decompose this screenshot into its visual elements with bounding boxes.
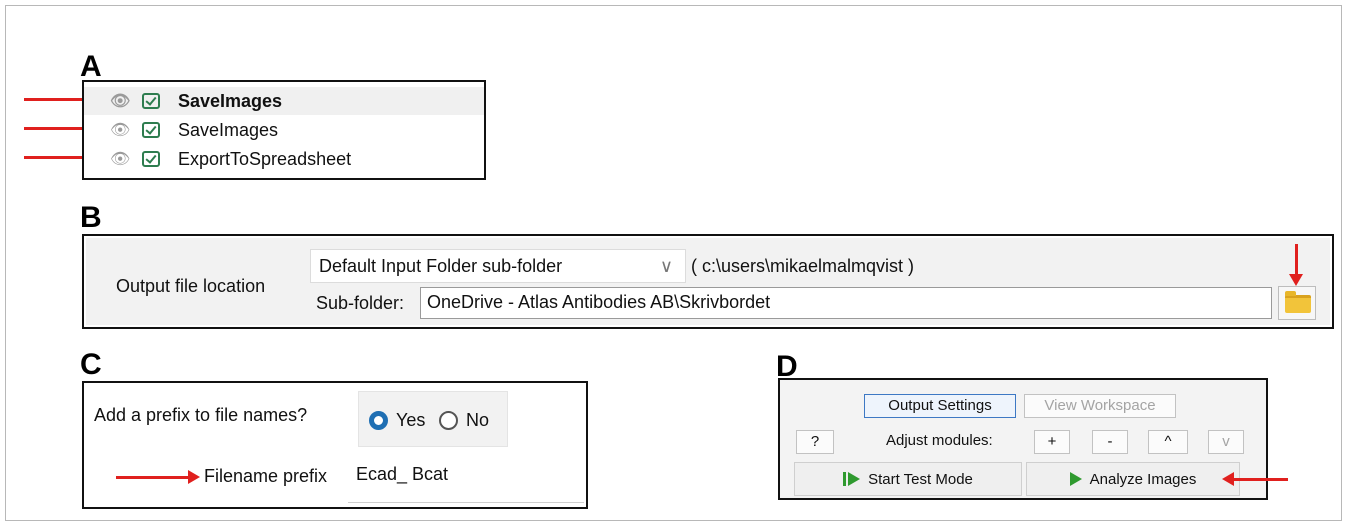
remove-module-button[interactable]: - (1092, 430, 1128, 454)
module-name: SaveImages (178, 119, 279, 140)
location-select-value: Default Input Folder sub-folder (319, 256, 563, 276)
location-path: ( c:\users\mikaelmalmqvist ) (691, 256, 915, 276)
enabled-check-icon[interactable] (142, 93, 160, 109)
radio-selected-icon[interactable] (369, 410, 388, 430)
panel-label-a: A (80, 50, 102, 83)
radio-option-no[interactable]: No (439, 409, 489, 431)
module-row-saveimages-2[interactable]: 👁 SaveImages (84, 116, 484, 144)
start-test-mode-button[interactable]: Start Test Mode (794, 462, 1022, 496)
filename-prefix-panel: Add a prefix to file names? Yes No Filen… (82, 381, 588, 509)
move-module-down-button[interactable]: v (1208, 430, 1244, 454)
tab-output-settings[interactable]: Output Settings (864, 394, 1016, 418)
adjust-modules-label: Adjust modules: (886, 432, 993, 449)
enabled-check-icon[interactable] (142, 151, 160, 167)
module-row-exporttospreadsheet[interactable]: 👁 ExportToSpreadsheet (84, 145, 484, 173)
run-controls-panel: Output Settings View Workspace ? Adjust … (778, 378, 1268, 500)
help-button[interactable]: ? (796, 430, 834, 454)
eye-hidden-icon[interactable]: 👁 (110, 91, 130, 111)
panel-label-c: C (80, 348, 102, 381)
filename-prefix-value: Ecad_ Bcat (356, 464, 449, 484)
panel-label-b: B (80, 201, 102, 234)
arrow-to-filename-prefix (116, 470, 200, 484)
radio-unselected-icon[interactable] (439, 410, 458, 430)
tab-view-workspace[interactable]: View Workspace (1024, 394, 1176, 418)
chevron-down-icon: ∨ (659, 256, 673, 276)
filename-prefix-field[interactable]: Ecad_ Bcat (348, 456, 584, 503)
output-location-panel: Output file location Default Input Folde… (82, 234, 1334, 329)
analyze-images-label: Analyze Images (1089, 470, 1197, 488)
module-name: SaveImages (178, 90, 283, 111)
test-mode-bar-icon (843, 472, 847, 486)
folder-icon (1285, 291, 1311, 313)
pipeline-module-list: 👁 SaveImages 👁 SaveImages 👁 ExportToSpre… (82, 80, 486, 180)
eye-hidden-icon[interactable]: 👁 (110, 149, 130, 169)
radio-no-label: No (466, 409, 490, 430)
arrow-to-saveimages-1 (24, 92, 96, 106)
module-row-saveimages-1[interactable]: 👁 SaveImages (84, 87, 484, 115)
play-icon (848, 472, 861, 486)
filename-prefix-label: Filename prefix (204, 466, 328, 486)
module-name: ExportToSpreadsheet (178, 148, 352, 169)
prefix-radio-group: Yes No (358, 391, 508, 447)
radio-yes-label: Yes (396, 409, 426, 430)
add-module-button[interactable]: + (1034, 430, 1070, 454)
browse-folder-button[interactable] (1278, 286, 1316, 320)
prefix-question-label: Add a prefix to file names? (94, 405, 308, 425)
output-file-location-label: Output file location (116, 276, 266, 296)
move-module-up-button[interactable]: ^ (1148, 430, 1188, 454)
subfolder-label: Sub-folder: (316, 293, 405, 313)
play-icon (1069, 472, 1082, 486)
eye-hidden-icon[interactable]: 👁 (110, 120, 130, 140)
radio-option-yes[interactable]: Yes (369, 409, 425, 431)
arrow-to-folder-button (1289, 244, 1303, 286)
arrow-to-exporttospreadsheet (24, 150, 96, 164)
location-select[interactable]: Default Input Folder sub-folder ∨ (310, 249, 686, 283)
arrow-to-analyze-images (1222, 472, 1288, 486)
enabled-check-icon[interactable] (142, 122, 160, 138)
start-test-mode-label: Start Test Mode (868, 470, 973, 488)
analyze-images-button[interactable]: Analyze Images (1026, 462, 1240, 496)
arrow-to-saveimages-2 (24, 121, 96, 135)
subfolder-input[interactable]: OneDrive - Atlas Antibodies AB\Skrivbord… (420, 287, 1272, 319)
